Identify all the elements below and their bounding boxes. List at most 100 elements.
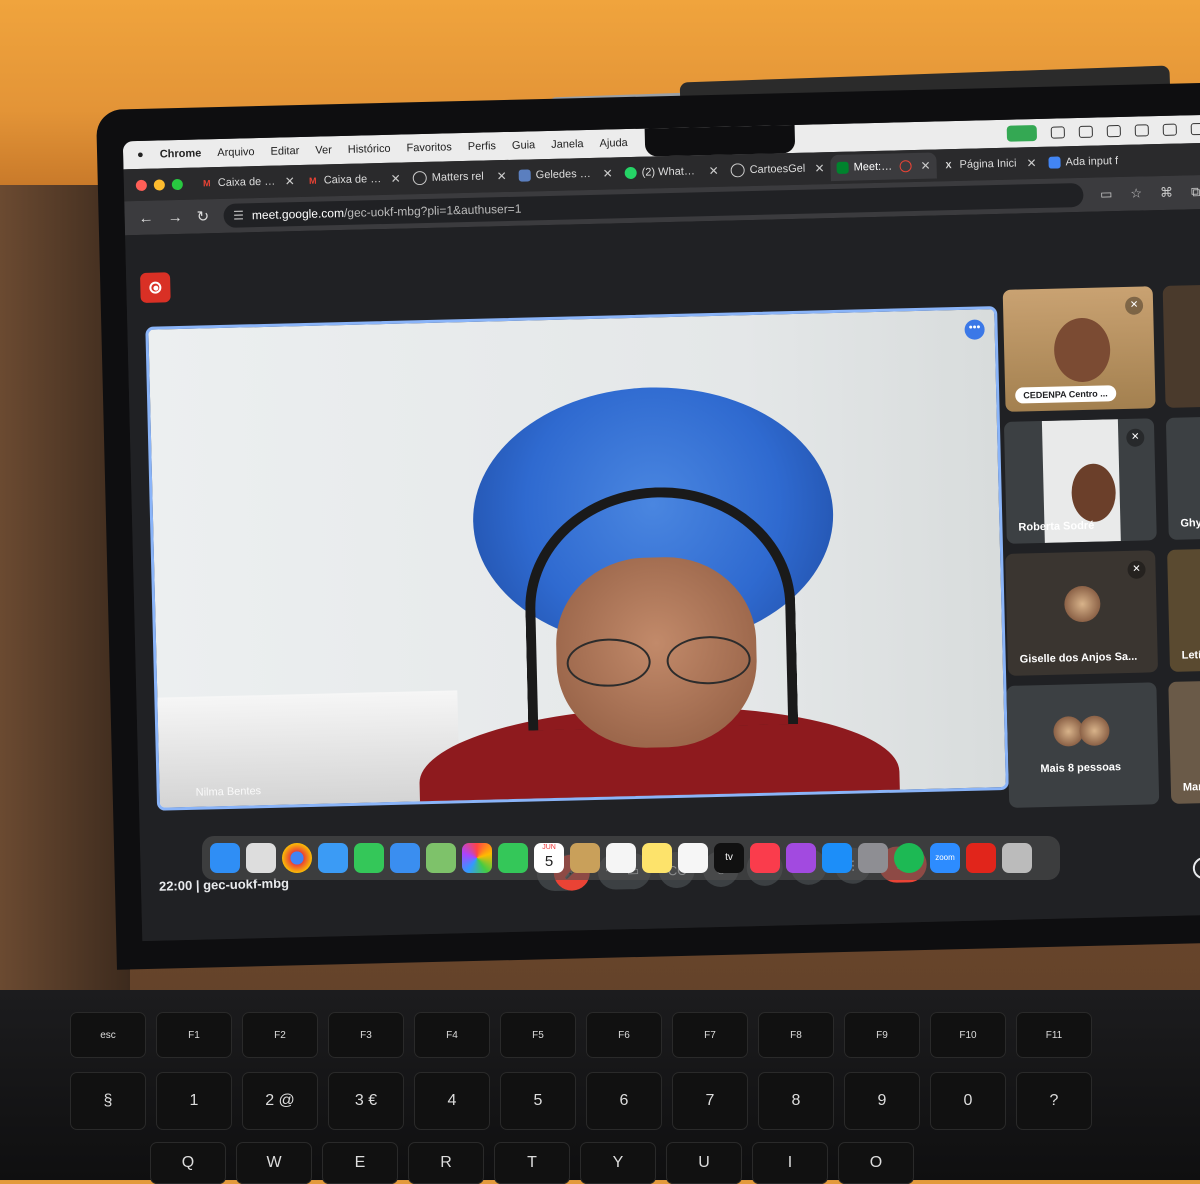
- tab-x-home[interactable]: X Página Inici ✕: [936, 156, 1042, 173]
- chrome-icon[interactable]: [282, 843, 312, 873]
- extensions-icon[interactable]: ⧉: [1191, 184, 1200, 200]
- key-5[interactable]: 5: [500, 1072, 576, 1130]
- key-0[interactable]: 0: [930, 1072, 1006, 1130]
- key-r[interactable]: R: [408, 1142, 484, 1184]
- key-esc[interactable]: esc: [70, 1012, 146, 1058]
- key-f7[interactable]: F7: [672, 1012, 748, 1058]
- tab-gmail-1[interactable]: M Caixa de en ✕: [195, 174, 301, 191]
- participant-tile-roberta[interactable]: ✕ Roberta Sodré: [1003, 418, 1157, 544]
- key-i[interactable]: I: [752, 1142, 828, 1184]
- back-arrow-icon[interactable]: ←: [138, 209, 153, 226]
- menu-favoritos[interactable]: Favoritos: [406, 141, 452, 154]
- mail-icon[interactable]: [390, 843, 420, 873]
- apple-icon[interactable]: ●: [137, 149, 144, 161]
- key-f6[interactable]: F6: [586, 1012, 662, 1058]
- acrobat-icon[interactable]: [966, 843, 996, 873]
- tab-cartoes[interactable]: CartoesGel ✕: [724, 161, 830, 178]
- translate-icon[interactable]: ⌘: [1160, 185, 1173, 201]
- tab-docs[interactable]: Ada input f: [1042, 154, 1148, 169]
- music-icon[interactable]: [750, 843, 780, 873]
- wifi-icon[interactable]: [1134, 124, 1149, 137]
- key-9[interactable]: 9: [844, 1072, 920, 1130]
- main-video-tile[interactable]: Nilma Bentes •••: [145, 306, 1009, 811]
- menu-editar[interactable]: Editar: [270, 145, 299, 158]
- key-4[interactable]: 4: [414, 1072, 490, 1130]
- key-f9[interactable]: F9: [844, 1012, 920, 1058]
- reminders-icon[interactable]: [606, 843, 636, 873]
- close-tab-icon[interactable]: ✕: [497, 169, 507, 183]
- trash-icon[interactable]: [1002, 843, 1032, 873]
- close-tab-icon[interactable]: ✕: [920, 159, 930, 173]
- podcasts-icon[interactable]: [786, 843, 816, 873]
- key-f5[interactable]: F5: [500, 1012, 576, 1058]
- menu-ajuda[interactable]: Ajuda: [599, 137, 627, 150]
- tab-geledes[interactable]: Geledes Ins ✕: [513, 166, 619, 183]
- zoom-window-button[interactable]: [171, 178, 183, 190]
- photos-icon[interactable]: [462, 843, 492, 873]
- menu-janela[interactable]: Janela: [551, 138, 584, 151]
- key-y[interactable]: Y: [580, 1142, 656, 1184]
- search-icon[interactable]: [1162, 123, 1177, 136]
- camera-icon[interactable]: ▭: [1100, 186, 1113, 202]
- tab-matters[interactable]: Matters rel ✕: [407, 169, 513, 186]
- system-settings-icon[interactable]: [858, 843, 888, 873]
- tab-meet-active[interactable]: Meet: ge ✕: [830, 152, 937, 182]
- reload-icon[interactable]: ↻: [196, 207, 209, 225]
- camera-in-use-icon[interactable]: [1006, 125, 1038, 142]
- menu-guia[interactable]: Guia: [512, 139, 536, 152]
- tab-whatsapp[interactable]: (2) WhatsAp ✕: [619, 164, 725, 181]
- close-tab-icon[interactable]: ✕: [708, 164, 718, 178]
- key-f2[interactable]: F2: [242, 1012, 318, 1058]
- key-8[interactable]: 8: [758, 1072, 834, 1130]
- launchpad-icon[interactable]: [246, 843, 276, 873]
- key-t[interactable]: T: [494, 1142, 570, 1184]
- key-2[interactable]: 2 @: [242, 1072, 318, 1130]
- key-section[interactable]: §: [70, 1072, 146, 1130]
- play-icon[interactable]: [1078, 125, 1093, 138]
- menu-perfis[interactable]: Perfis: [468, 140, 496, 153]
- bookmark-star-icon[interactable]: ☆: [1130, 185, 1142, 201]
- messages-icon[interactable]: [354, 843, 384, 873]
- participant-tile-cedenpa[interactable]: ✕ CEDENPA Centro ...: [1002, 286, 1156, 412]
- close-tab-icon[interactable]: ✕: [285, 174, 295, 188]
- key-o[interactable]: O: [838, 1142, 914, 1184]
- control-center-icon[interactable]: [1190, 122, 1200, 136]
- close-tab-icon[interactable]: ✕: [602, 166, 612, 180]
- spotify-icon[interactable]: [894, 843, 924, 873]
- app-store-icon[interactable]: [822, 843, 852, 873]
- key-e[interactable]: E: [322, 1142, 398, 1184]
- participant-tile-giselle[interactable]: ✕ Giselle dos Anjos Sa...: [1005, 550, 1159, 676]
- key-7[interactable]: 7: [672, 1072, 748, 1130]
- menu-arquivo[interactable]: Arquivo: [217, 146, 255, 159]
- tab-gmail-2[interactable]: M Caixa de en ✕: [301, 171, 407, 188]
- freeform-icon[interactable]: [678, 843, 708, 873]
- forward-arrow-icon[interactable]: →: [167, 208, 182, 225]
- key-6[interactable]: 6: [586, 1072, 662, 1130]
- finder-icon[interactable]: [210, 843, 240, 873]
- bluetooth-icon[interactable]: [1050, 126, 1065, 139]
- site-settings-icon[interactable]: ☰: [233, 208, 244, 222]
- key-f10[interactable]: F10: [930, 1012, 1006, 1058]
- minimize-window-button[interactable]: [153, 178, 165, 191]
- key-f8[interactable]: F8: [758, 1012, 834, 1058]
- key-q[interactable]: Q: [150, 1142, 226, 1184]
- battery-icon[interactable]: [1106, 124, 1121, 138]
- close-window-button[interactable]: [135, 179, 147, 191]
- key-f4[interactable]: F4: [414, 1012, 490, 1058]
- more-options-icon[interactable]: •••: [964, 319, 985, 340]
- key-f11[interactable]: F11: [1016, 1012, 1092, 1058]
- key-1[interactable]: 1: [156, 1072, 232, 1130]
- meeting-details-icon[interactable]: i: [1192, 856, 1200, 880]
- key-3[interactable]: 3 €: [328, 1072, 404, 1130]
- apple-tv-icon[interactable]: tv: [714, 843, 744, 873]
- more-participants-tile[interactable]: Mais 8 pessoas: [1006, 682, 1160, 808]
- notes-icon[interactable]: [642, 843, 672, 873]
- calendar-icon[interactable]: JUN 5: [534, 843, 564, 873]
- key-u[interactable]: U: [666, 1142, 742, 1184]
- menu-ver[interactable]: Ver: [315, 144, 332, 156]
- maps-icon[interactable]: [426, 843, 456, 873]
- key-f1[interactable]: F1: [156, 1012, 232, 1058]
- partial-tile-ghy[interactable]: Ghy: [1165, 416, 1200, 540]
- partial-tile-maria[interactable]: Maria: [1168, 680, 1200, 804]
- facetime-icon[interactable]: [498, 843, 528, 873]
